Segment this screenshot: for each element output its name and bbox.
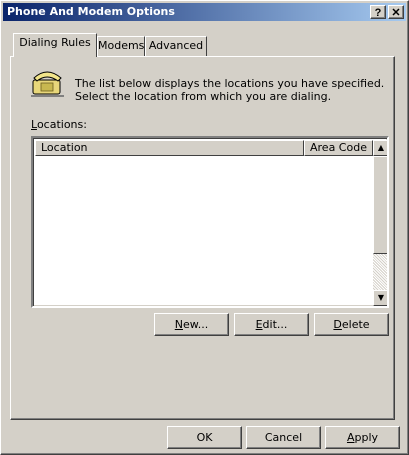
tab-dialing-rules[interactable]: Dialing Rules (13, 33, 97, 57)
apply-access-key: A (346, 431, 355, 444)
tab-advanced[interactable]: Advanced (145, 36, 207, 56)
help-button[interactable]: ? (370, 5, 386, 19)
edit-label: dit... (262, 318, 288, 331)
tab-modems[interactable]: Modems (97, 36, 145, 56)
scroll-down-icon[interactable]: ▼ (373, 290, 387, 306)
locations-label: Locations: (31, 118, 87, 131)
edit-location-button[interactable]: Edit... (234, 313, 309, 336)
window-title: Phone And Modem Options (7, 5, 175, 18)
new-location-button[interactable]: New... (154, 313, 229, 336)
new-label: ew... (182, 318, 209, 331)
ok-button[interactable]: OK (167, 426, 242, 449)
edit-access-key: E (255, 318, 263, 331)
description-text: The list below displays the locations yo… (75, 77, 385, 103)
locations-label-text: ocations: (36, 118, 87, 131)
column-header-area-code[interactable]: Area Code (304, 140, 373, 156)
new-access-key: N (174, 318, 183, 331)
scroll-up-icon[interactable]: ▲ (373, 140, 387, 156)
cancel-button[interactable]: Cancel (246, 426, 321, 449)
column-header-location[interactable]: Location (35, 140, 304, 156)
delete-label: elete (341, 318, 370, 331)
locations-list[interactable]: Location Area Code ▲ ▼ (31, 136, 389, 308)
title-bar[interactable]: Phone And Modem Options ? ✕ (3, 3, 406, 21)
phone-icon (31, 71, 64, 97)
scroll-track[interactable] (373, 254, 387, 290)
apply-label: pply (354, 431, 379, 444)
close-button[interactable]: ✕ (388, 5, 404, 19)
delete-location-button[interactable]: Delete (314, 313, 389, 336)
vertical-scrollbar[interactable]: ▲ ▼ (373, 140, 387, 306)
apply-button[interactable]: Apply (325, 426, 400, 449)
scroll-thumb[interactable] (373, 156, 387, 254)
delete-access-key: D (333, 318, 342, 331)
